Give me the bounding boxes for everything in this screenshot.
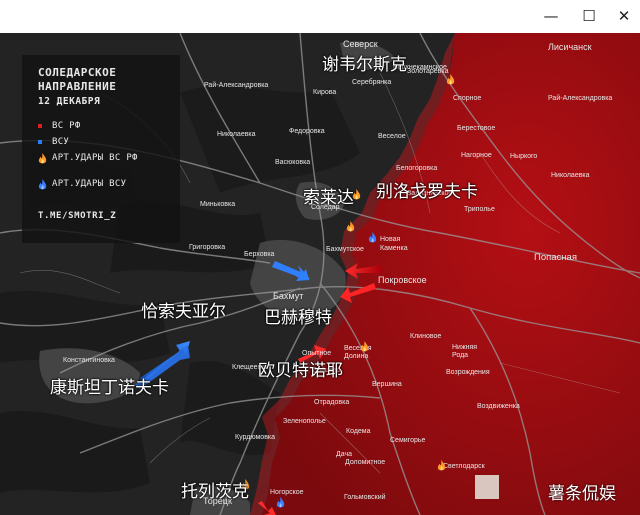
place-label: Северск	[343, 39, 378, 49]
fire-icon	[360, 341, 369, 352]
place-label: Семигорье	[390, 437, 426, 444]
place-label: Триполье	[464, 206, 495, 213]
annotation-toretsk: 托列茨克	[181, 482, 249, 502]
place-label: Воздвиженка	[477, 403, 520, 410]
place-label: Веселое	[378, 133, 406, 140]
legend-date: 12 ДЕКАБРЯ	[38, 96, 101, 107]
blue-fire-icon	[368, 232, 377, 243]
blue-fire-icon	[38, 179, 47, 190]
telegram-link[interactable]: T.ME/SMOTRI_Z	[38, 211, 116, 221]
minimize-button[interactable]: —	[534, 4, 568, 28]
legend-item-vs-rf: ВС РФ	[38, 121, 81, 132]
fire-icon	[38, 153, 47, 164]
place-label: Николаевка	[217, 131, 256, 138]
blue-square-icon	[38, 140, 42, 144]
legend-item-vsu: ВСУ	[38, 137, 69, 148]
place-label: Попасная	[534, 252, 577, 263]
place-label: Курдюмовка	[235, 434, 276, 441]
annotation-belogorovka: 别洛戈罗夫卡	[376, 182, 478, 202]
place-label: Федоровка	[289, 128, 325, 135]
place-label: Бахмутское	[326, 246, 364, 253]
place-label: Рай-Александровка	[548, 95, 613, 102]
annotation-opytnoe: 欧贝特诺耶	[258, 361, 343, 381]
place-label: Кодема	[346, 428, 371, 435]
blue-fire-icon	[276, 497, 285, 508]
place-label: Возрождения	[446, 369, 490, 376]
place-label: Николаевка	[551, 172, 590, 179]
legend-item-art-vsu: АРТ.УДАРЫ ВСУ	[38, 179, 158, 190]
place-label: Дача	[336, 451, 353, 458]
place-label: Каменка	[380, 245, 408, 252]
annotation-konstantinovka: 康斯坦丁诺夫卡	[50, 378, 169, 398]
place-label: Вершина	[372, 381, 402, 388]
place-label: Гольмовский	[344, 494, 386, 501]
place-label: Берестовое	[457, 125, 496, 132]
close-button[interactable]: ✕	[607, 4, 640, 28]
annotation-soledar: 索莱达	[303, 188, 354, 208]
place-label: Отрадовка	[314, 399, 350, 406]
fire-icon	[437, 460, 446, 471]
annotation-chasov-yar: 恰索夫亚尔	[141, 302, 226, 322]
place-label: Белогоровка	[396, 165, 438, 172]
fire-icon	[346, 221, 355, 232]
place-label: Лисичанск	[548, 42, 592, 52]
place-label: Серебрянка	[352, 79, 392, 86]
maximize-button[interactable]: ☐	[572, 4, 606, 28]
place-label: Нагорное	[461, 152, 492, 159]
place-label: Миньковка	[200, 201, 236, 208]
place-label: Золотарёвка	[407, 68, 449, 75]
place-label: Васюковка	[275, 159, 311, 166]
title-bar: — ☐ ✕	[0, 0, 640, 33]
close-icon: ✕	[617, 7, 631, 25]
minimize-icon: —	[543, 7, 559, 25]
annotation-seversk: 谢韦尔斯克	[322, 55, 407, 75]
red-square-icon	[38, 124, 42, 128]
place-label: Бахмут	[273, 291, 304, 301]
watermark-text: 薯条侃娱	[548, 484, 616, 504]
place-label: Спорное	[453, 95, 482, 102]
place-label: Доломитное	[345, 459, 386, 466]
maximize-icon: ☐	[582, 7, 596, 25]
place-label: Кирова	[313, 89, 337, 96]
place-label: Покровское	[378, 275, 427, 285]
place-label: Рай-Александровка	[204, 82, 269, 89]
map-view[interactable]: СОЛЕДАРСКОЕ НАПРАВЛЕНИЕ 12 ДЕКАБРЯ ВС РФ …	[0, 33, 640, 515]
place-label: Ныркого	[510, 153, 538, 160]
place-label: Долина	[344, 353, 369, 360]
annotation-bakhmut: 巴赫穆特	[264, 308, 332, 328]
map-legend: СОЛЕДАРСКОЕ НАПРАВЛЕНИЕ 12 ДЕКАБРЯ ВС РФ …	[22, 55, 180, 243]
fire-icon	[446, 74, 455, 85]
place-label: Константиновка	[63, 357, 115, 364]
place-label: Нижняя	[452, 344, 478, 351]
place-label: Берховка	[244, 251, 275, 258]
watermark-logo	[475, 475, 499, 499]
place-label: Светлодарск	[443, 463, 485, 470]
place-label: Рода	[452, 352, 469, 359]
legend-title: СОЛЕДАРСКОЕ НАПРАВЛЕНИЕ	[38, 66, 117, 93]
place-label: Клиновое	[410, 333, 442, 340]
app-window: — ☐ ✕ СОЛЕДАРСКОЕ НАПРАВЛЕНИЕ 12 ДЕКАБРЯ…	[0, 0, 640, 515]
legend-item-art-rf: АРТ.УДАРЫ ВС РФ	[38, 153, 158, 164]
place-label: Ногорское	[270, 489, 304, 496]
place-label: Зеленополье	[283, 418, 326, 425]
place-label: Новая	[380, 236, 401, 243]
place-label: Григоровка	[189, 244, 226, 251]
